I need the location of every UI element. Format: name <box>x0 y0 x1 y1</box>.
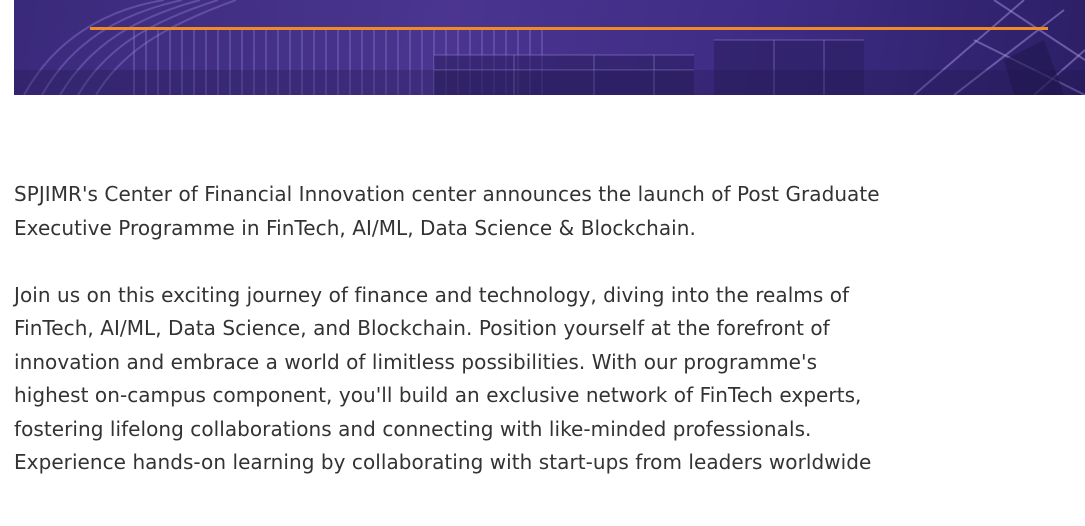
hero-banner <box>14 0 1085 95</box>
article-body: SPJIMR's Center of Financial Innovation … <box>14 178 1085 480</box>
intro-paragraph: SPJIMR's Center of Financial Innovation … <box>14 178 1085 245</box>
details-line: fostering lifelong collaborations and co… <box>14 416 812 441</box>
details-line: innovation and embrace a world of limitl… <box>14 349 818 374</box>
hero-accent-rule <box>90 27 1048 30</box>
details-line: Join us on this exciting journey of fina… <box>14 282 850 307</box>
details-paragraph: Join us on this exciting journey of fina… <box>14 279 1085 480</box>
intro-line: SPJIMR's Center of Financial Innovation … <box>14 182 880 206</box>
details-line: highest on-campus component, you'll buil… <box>14 383 862 407</box>
building-banner-image <box>14 0 1085 95</box>
details-line: Experience hands-on learning by collabor… <box>14 450 872 474</box>
intro-line: Executive Programme in FinTech, AI/ML, D… <box>14 215 696 240</box>
details-line: FinTech, AI/ML, Data Science, and Blockc… <box>14 316 830 340</box>
